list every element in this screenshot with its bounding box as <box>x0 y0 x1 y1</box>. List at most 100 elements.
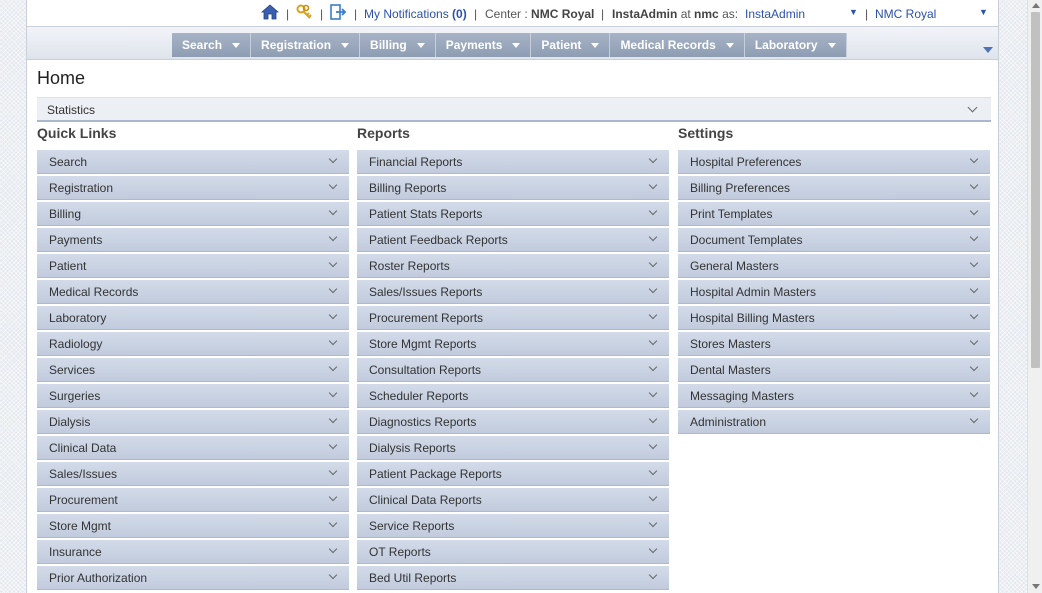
report-item[interactable]: Patient Package Reports <box>357 462 669 486</box>
main-nav: Search Registration Billing Payments Pat… <box>27 27 998 60</box>
report-item[interactable]: Service Reports <box>357 514 669 538</box>
keys-icon[interactable] <box>295 3 313 21</box>
report-item-label: Clinical Data Reports <box>369 493 482 507</box>
scroll-down-icon[interactable] <box>1032 584 1040 589</box>
nav-item-label: Registration <box>261 38 332 52</box>
quick-link-item[interactable]: Sales/Issues <box>37 462 349 486</box>
quick-link-item[interactable]: Medical Records <box>37 280 349 304</box>
settings-item-label: General Masters <box>690 259 779 273</box>
nav-item-label: Laboratory <box>754 38 818 52</box>
settings-item-label: Administration <box>690 415 767 429</box>
chevron-down-icon <box>648 180 658 190</box>
report-item[interactable]: Clinical Data Reports <box>357 488 669 512</box>
settings-item[interactable]: General Masters <box>678 254 990 278</box>
role-select[interactable]: InstaAdmin <box>745 7 805 21</box>
quick-link-item-label: Procurement <box>49 493 118 507</box>
report-item[interactable]: Billing Reports <box>357 176 669 200</box>
report-item-label: Financial Reports <box>369 155 463 169</box>
quick-link-item-label: Patient <box>49 259 87 273</box>
quick-link-item[interactable]: Services <box>37 358 349 382</box>
nav-item-medical-records[interactable]: Medical Records <box>610 33 745 57</box>
chevron-down-icon <box>328 570 338 580</box>
nav-item-label: Payments <box>445 38 503 52</box>
nav-item-laboratory[interactable]: Laboratory <box>744 33 847 57</box>
report-item[interactable]: OT Reports <box>357 540 669 564</box>
settings-item-label: Hospital Admin Masters <box>690 285 817 299</box>
settings-item[interactable]: Print Templates <box>678 202 990 226</box>
quick-link-item[interactable]: Dialysis <box>37 410 349 434</box>
nav-item-payments[interactable]: Payments <box>435 33 532 57</box>
statistics-panel-header[interactable]: Statistics <box>37 97 991 122</box>
caret-down-icon <box>416 42 425 48</box>
caret-down-icon <box>827 42 836 48</box>
report-item[interactable]: Scheduler Reports <box>357 384 669 408</box>
notifications-link[interactable]: My Notifications (0) <box>364 7 467 21</box>
settings-item[interactable]: Billing Preferences <box>678 176 990 200</box>
quick-link-item[interactable]: Search <box>37 150 349 174</box>
report-item-label: Diagnostics Reports <box>369 415 477 429</box>
quick-link-item[interactable]: Registration <box>37 176 349 200</box>
quick-link-item-label: Payments <box>49 233 103 247</box>
caret-down-icon <box>341 42 350 48</box>
report-item[interactable]: Procurement Reports <box>357 306 669 330</box>
nav-item-label: Search <box>182 38 223 52</box>
report-item[interactable]: Sales/Issues Reports <box>357 280 669 304</box>
report-item[interactable]: Diagnostics Reports <box>357 410 669 434</box>
report-item[interactable]: Bed Util Reports <box>357 566 669 590</box>
settings-item-label: Document Templates <box>690 233 803 247</box>
report-item[interactable]: Dialysis Reports <box>357 436 669 460</box>
nav-item-label: Billing <box>370 38 407 52</box>
scroll-up-icon[interactable] <box>1032 3 1040 8</box>
chevron-down-icon <box>967 102 978 113</box>
quick-link-item-label: Dialysis <box>49 415 91 429</box>
chevron-down-icon <box>648 336 658 346</box>
nav-item-search[interactable]: Search <box>172 33 252 57</box>
chevron-down-icon[interactable]: ▼ <box>849 7 858 17</box>
settings-item[interactable]: Hospital Preferences <box>678 150 990 174</box>
nav-collapse-icon[interactable] <box>983 47 993 53</box>
vertical-scrollbar[interactable] <box>1027 0 1042 593</box>
report-item-label: Dialysis Reports <box>369 441 456 455</box>
scrollbar-thumb[interactable] <box>1031 12 1040 368</box>
quick-link-item[interactable]: Clinical Data <box>37 436 349 460</box>
report-item[interactable]: Store Mgmt Reports <box>357 332 669 356</box>
settings-item[interactable]: Hospital Admin Masters <box>678 280 990 304</box>
nav-item-registration[interactable]: Registration <box>251 33 361 57</box>
host-name: nmc <box>694 7 719 21</box>
settings-item[interactable]: Administration <box>678 410 990 434</box>
report-item-label: Store Mgmt Reports <box>369 337 477 351</box>
nav-item-patient[interactable]: Patient <box>531 33 611 57</box>
quick-link-item[interactable]: Procurement <box>37 488 349 512</box>
report-item[interactable]: Patient Stats Reports <box>357 202 669 226</box>
quick-link-item[interactable]: Radiology <box>37 332 349 356</box>
quick-link-item[interactable]: Store Mgmt <box>37 514 349 538</box>
nav-item-billing[interactable]: Billing <box>360 33 436 57</box>
quick-link-item[interactable]: Prior Authorization <box>37 566 349 590</box>
settings-item[interactable]: Hospital Billing Masters <box>678 306 990 330</box>
report-item[interactable]: Roster Reports <box>357 254 669 278</box>
center-select[interactable]: NMC Royal <box>875 7 936 21</box>
home-icon[interactable] <box>261 3 279 21</box>
quick-link-item[interactable]: Patient <box>37 254 349 278</box>
settings-column: Settings Hospital Preferences Billing Pre… <box>678 124 990 436</box>
report-item[interactable]: Patient Feedback Reports <box>357 228 669 252</box>
chevron-down-icon <box>328 414 338 424</box>
notifications-count: (0) <box>452 7 467 21</box>
logout-icon[interactable] <box>329 3 347 21</box>
report-item[interactable]: Financial Reports <box>357 150 669 174</box>
chevron-down-icon <box>648 570 658 580</box>
settings-item[interactable]: Messaging Masters <box>678 384 990 408</box>
quick-link-item[interactable]: Billing <box>37 202 349 226</box>
report-item[interactable]: Consultation Reports <box>357 358 669 382</box>
chevron-down-icon <box>969 180 979 190</box>
quick-link-item[interactable]: Surgeries <box>37 384 349 408</box>
settings-item[interactable]: Dental Masters <box>678 358 990 382</box>
chevron-down-icon[interactable]: ▼ <box>979 7 988 17</box>
settings-item[interactable]: Stores Masters <box>678 332 990 356</box>
settings-heading: Settings <box>678 125 734 141</box>
quick-link-item[interactable]: Insurance <box>37 540 349 564</box>
settings-item[interactable]: Document Templates <box>678 228 990 252</box>
quick-link-item[interactable]: Laboratory <box>37 306 349 330</box>
chevron-down-icon <box>328 388 338 398</box>
quick-link-item[interactable]: Payments <box>37 228 349 252</box>
